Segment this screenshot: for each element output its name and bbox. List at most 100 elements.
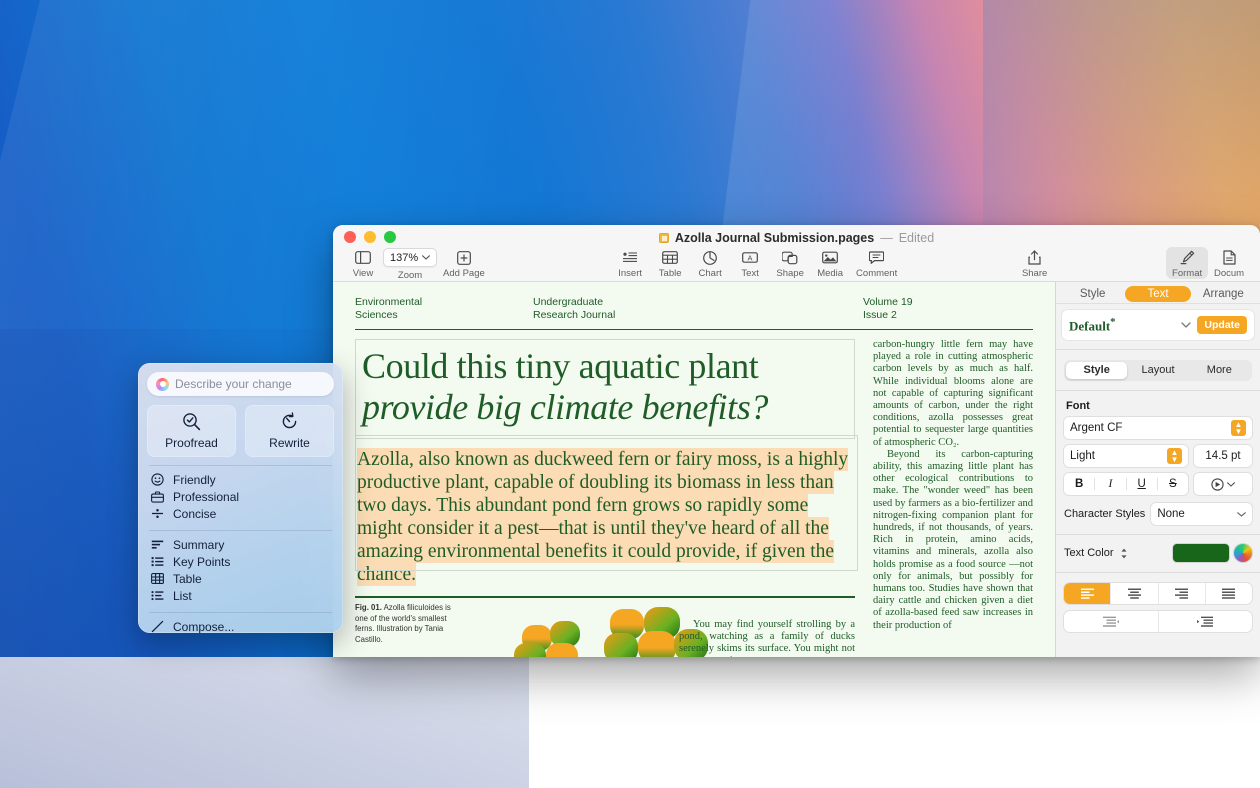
media-image-icon	[822, 249, 838, 266]
font-family-field[interactable]: Argent CF ▲▼	[1064, 417, 1252, 439]
lower-left-column-text[interactable]: You may find yourself strolling by a pon…	[679, 619, 855, 657]
font-family-stepper[interactable]: ▲▼	[1231, 420, 1246, 436]
document-page-icon	[1223, 249, 1236, 266]
masthead-column-1: Environmental Sciences	[355, 296, 533, 322]
document-page[interactable]: Environmental Sciences Undergraduate Res…	[333, 282, 1055, 657]
toolbar-share-button[interactable]: Share	[1015, 247, 1055, 279]
toolbar-text-button[interactable]: A Text	[730, 247, 770, 279]
increase-indent-button[interactable]	[1159, 611, 1253, 632]
align-left-button[interactable]	[1064, 583, 1111, 604]
right-column-paragraph-2: Beyond its carbon-capturing ability, thi…	[873, 449, 1033, 632]
font-weight-field[interactable]: Light ▲▼	[1064, 445, 1188, 467]
document-title[interactable]: Azolla Journal Submission.pages	[675, 231, 874, 245]
font-size-field[interactable]: 14.5 pt	[1194, 445, 1252, 467]
toolbar-comment-button[interactable]: Comment	[850, 247, 903, 279]
toolbar-shape-label: Shape	[776, 268, 803, 279]
writing-tools-item-compose[interactable]: Compose...	[147, 618, 334, 633]
format-brush-icon	[1180, 249, 1195, 266]
writing-tools-item-summary[interactable]: Summary	[147, 536, 334, 553]
inspector-tab-text[interactable]: Text	[1125, 286, 1190, 302]
inspector-tab-style[interactable]: Style	[1060, 286, 1125, 302]
proofread-button[interactable]: Proofread	[147, 405, 236, 457]
headline-line-2: provide big climate benefits?	[362, 387, 848, 428]
align-center-button[interactable]	[1111, 583, 1158, 604]
font-style-buttons: B I U S	[1064, 473, 1188, 495]
decrease-indent-button[interactable]	[1064, 611, 1159, 632]
rewrite-button[interactable]: Rewrite	[245, 405, 334, 457]
chevron-down-icon[interactable]	[1181, 322, 1191, 328]
toolbar-chart-button[interactable]: Chart	[690, 247, 730, 279]
bold-button[interactable]: B	[1064, 478, 1095, 490]
align-right-button[interactable]	[1159, 583, 1206, 604]
italic-button[interactable]: I	[1095, 478, 1126, 490]
align-justify-button[interactable]	[1206, 583, 1252, 604]
text-box-icon: A	[742, 249, 758, 266]
magnifier-check-icon	[182, 412, 201, 431]
masthead-dept-line1: Environmental	[355, 296, 533, 309]
text-color-swatch[interactable]	[1173, 544, 1229, 562]
toolbar-insert-button[interactable]: Insert	[610, 247, 650, 279]
toolbar-media-label: Media	[817, 268, 843, 279]
list-label: List	[173, 589, 192, 603]
document-canvas[interactable]: Environmental Sciences Undergraduate Res…	[333, 282, 1055, 657]
strikethrough-button[interactable]: S	[1158, 478, 1188, 490]
masthead-dept-line2: Sciences	[355, 309, 533, 322]
font-weight-stepper[interactable]: ▲▼	[1167, 448, 1182, 464]
divider	[149, 612, 332, 613]
divider	[149, 465, 332, 466]
share-icon	[1028, 249, 1041, 266]
inspector-tab-arrange[interactable]: Arrange	[1191, 286, 1256, 302]
update-style-button[interactable]: Update	[1197, 316, 1247, 334]
zoom-pill[interactable]: 137%	[383, 248, 437, 267]
right-column[interactable]: carbon-hungry little fern may have playe…	[873, 339, 1033, 653]
writing-tools-item-key-points[interactable]: Key Points	[147, 553, 334, 570]
toolbar-table-button[interactable]: Table	[650, 247, 690, 279]
toolbar-media-button[interactable]: Media	[810, 247, 850, 279]
masthead-journal-line2: Research Journal	[533, 309, 863, 322]
toolbar-chart-label: Chart	[699, 268, 722, 279]
svg-text:A: A	[748, 253, 753, 262]
writing-tools-item-list[interactable]: List	[147, 587, 334, 604]
toolbar-share-label: Share	[1022, 268, 1047, 279]
sub-tab-style[interactable]: Style	[1066, 362, 1127, 379]
comment-bubble-icon	[869, 249, 884, 266]
article-headline[interactable]: Could this tiny aquatic plant provide bi…	[355, 339, 855, 439]
toolbar-document-button[interactable]: Docum	[1208, 247, 1250, 279]
right-column-text[interactable]: carbon-hungry little fern may have playe…	[873, 339, 1033, 632]
describe-change-input[interactable]: Describe your change	[147, 372, 334, 396]
sub-tab-more[interactable]: More	[1189, 362, 1250, 379]
underline-button[interactable]: U	[1127, 478, 1158, 490]
toolbar-shape-button[interactable]: Shape	[770, 247, 810, 279]
article-deck[interactable]: Azolla, also known as duckweed fern or f…	[355, 446, 855, 586]
toolbar-zoom-control[interactable]: 137% Zoom	[383, 247, 437, 281]
masthead-column-2: Undergraduate Research Journal	[533, 296, 863, 322]
table-icon	[662, 249, 678, 266]
writing-tools-item-professional[interactable]: Professional	[147, 488, 334, 505]
key-points-list-icon	[150, 556, 164, 567]
professional-label: Professional	[173, 490, 239, 504]
toolbar-comment-label: Comment	[856, 268, 897, 279]
section-rule	[355, 596, 855, 598]
toolbar-document-label: Docum	[1214, 268, 1244, 279]
toolbar-add-page-button[interactable]: Add Page	[437, 247, 491, 279]
writing-tools-item-friendly[interactable]: Friendly	[147, 471, 334, 488]
smiley-icon	[150, 473, 164, 486]
sort-arrows-icon[interactable]	[1120, 548, 1128, 559]
paragraph-style-row[interactable]: Default* Update	[1062, 310, 1254, 340]
writing-tools-item-table[interactable]: Table	[147, 570, 334, 587]
toolbar-add-page-label: Add Page	[443, 268, 485, 279]
toolbar-format-button[interactable]: Format	[1166, 247, 1208, 279]
table-grid-icon	[150, 573, 164, 584]
right-column-paragraph-1: carbon-hungry little fern may have playe…	[873, 339, 1033, 449]
toolbar-view-button[interactable]: View	[343, 247, 383, 279]
text-options-button[interactable]	[1194, 473, 1252, 495]
chevron-down-icon	[422, 255, 430, 260]
color-wheel-icon[interactable]	[1234, 544, 1252, 562]
gear-options-icon	[1211, 478, 1224, 491]
sub-tab-layout[interactable]: Layout	[1127, 362, 1188, 379]
apple-intelligence-icon	[156, 378, 169, 391]
inspector-sub-tabs: Style Layout More	[1064, 360, 1252, 381]
writing-tools-item-concise[interactable]: Concise	[147, 505, 334, 522]
character-styles-field[interactable]: None	[1151, 503, 1252, 525]
figure-caption-label: Fig. 01.	[355, 603, 382, 612]
